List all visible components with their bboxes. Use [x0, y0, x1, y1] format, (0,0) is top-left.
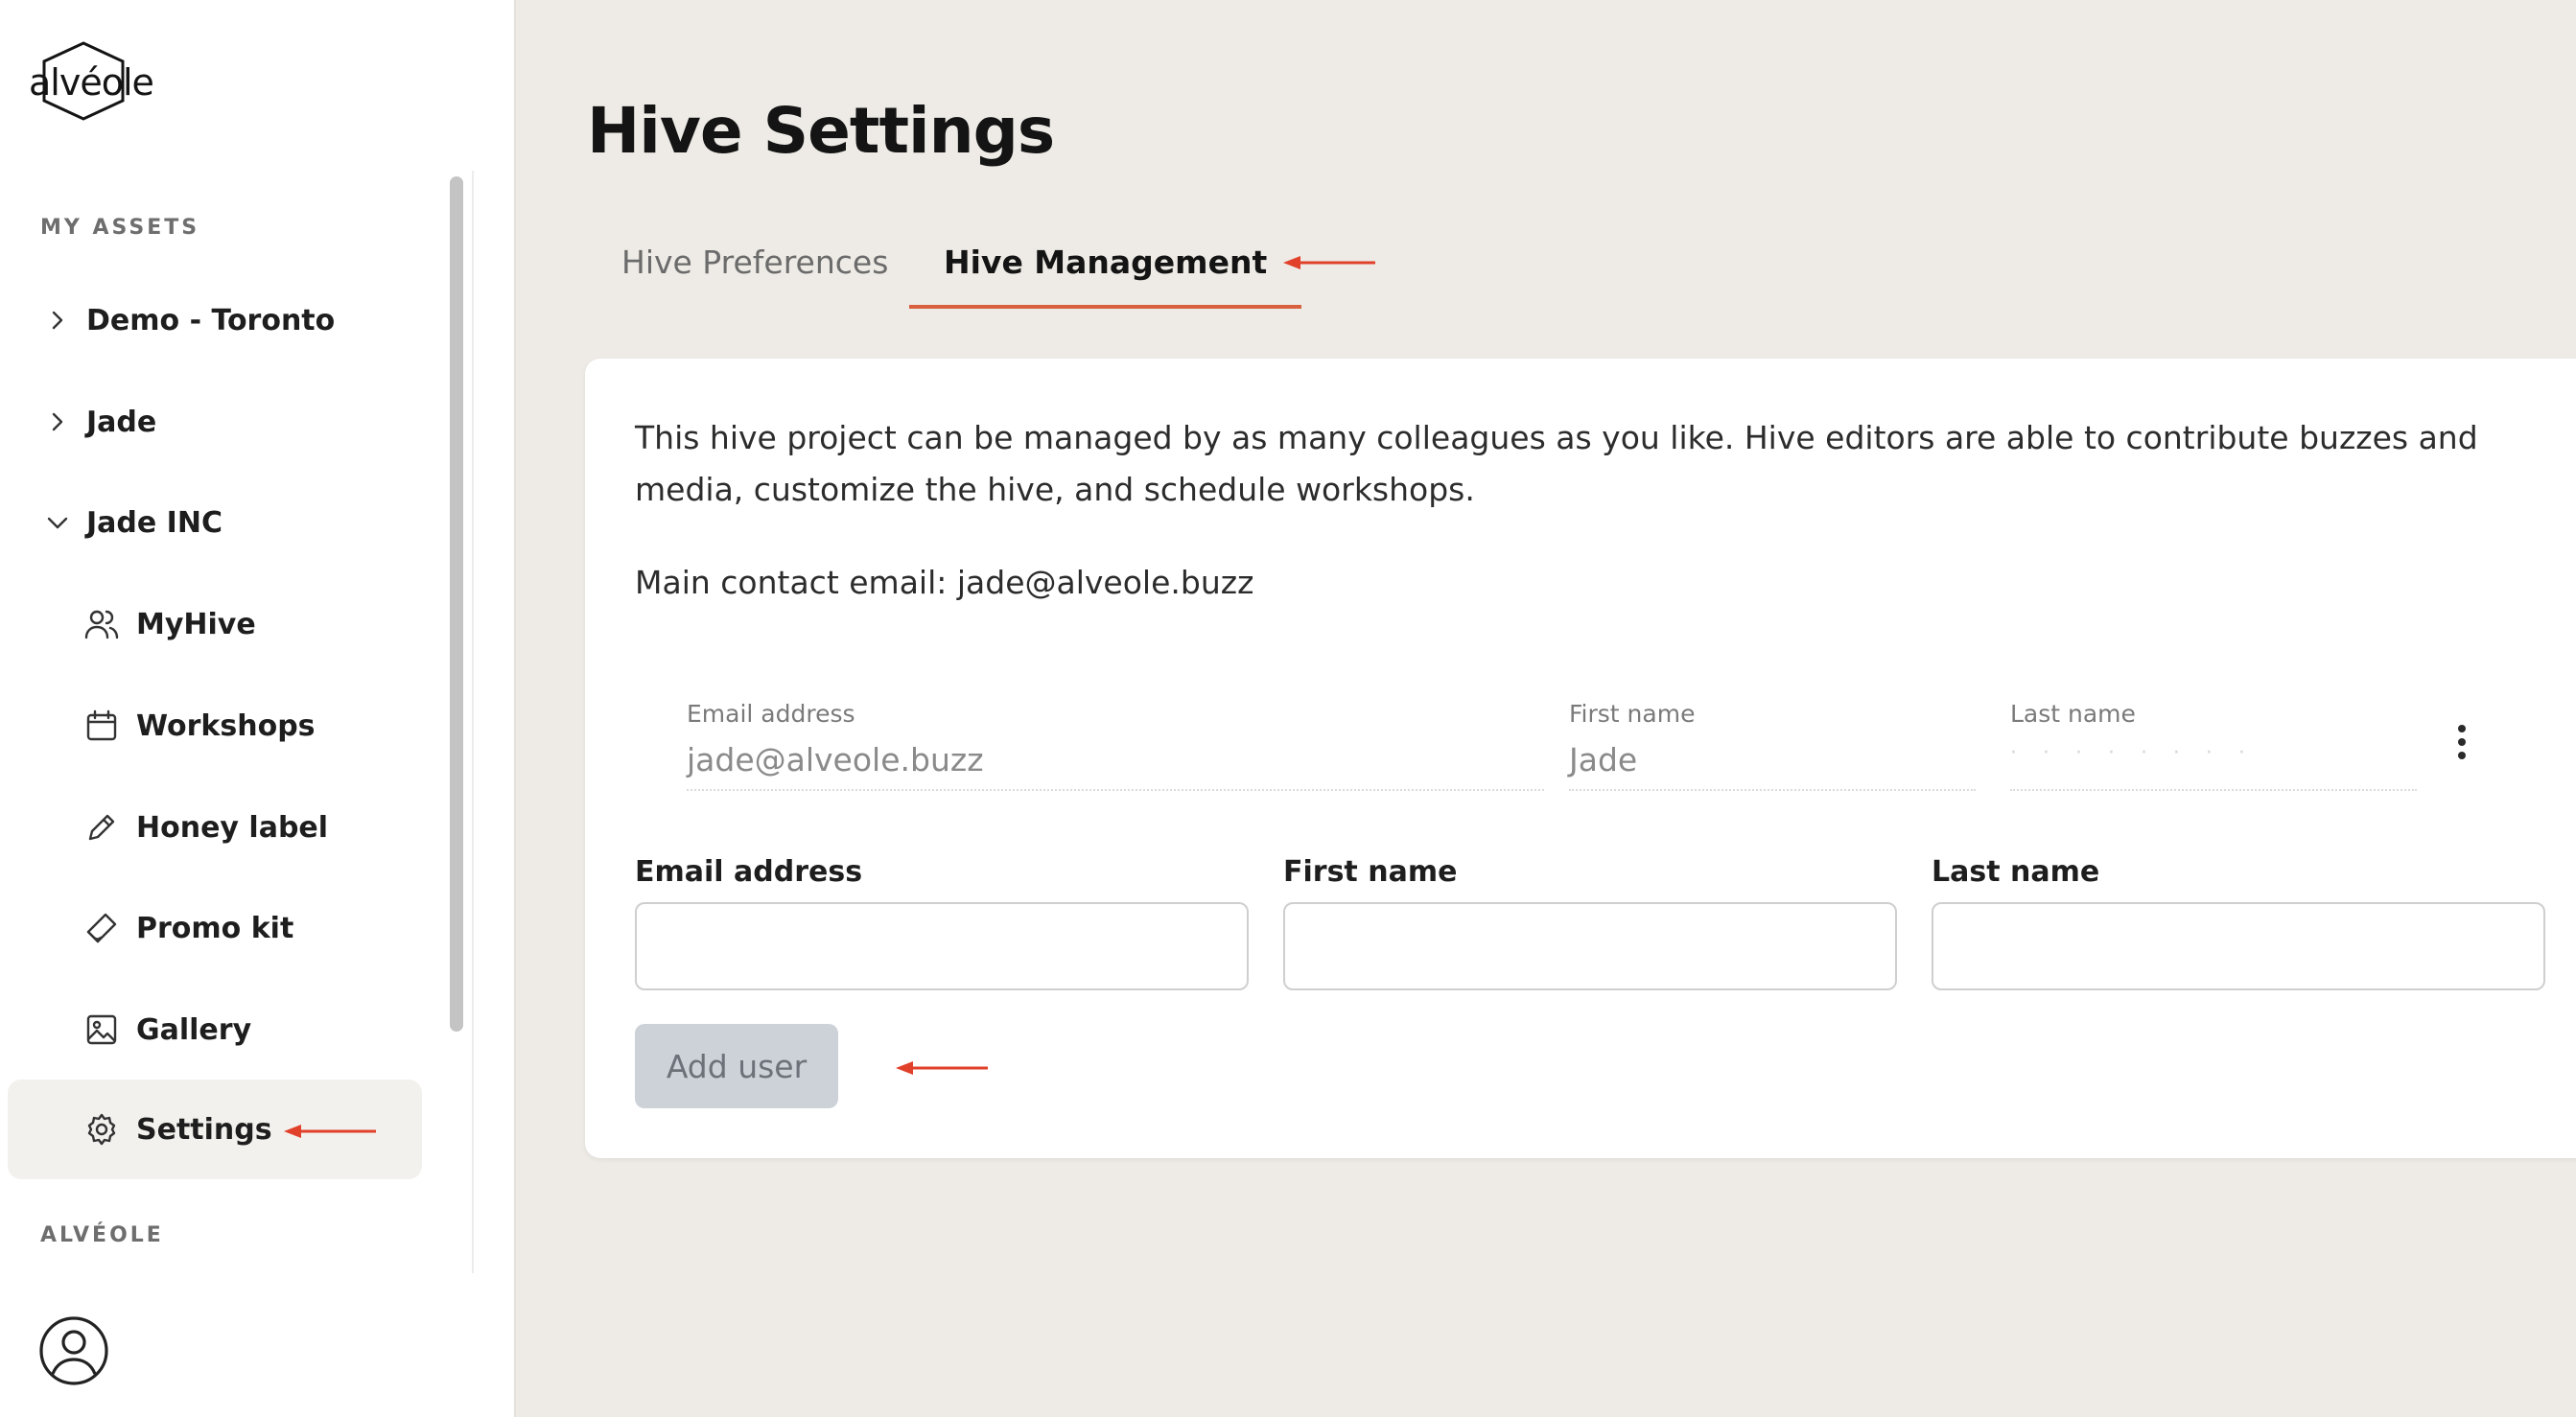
- megaphone-icon: [82, 909, 121, 947]
- sidebar-item-promo-kit[interactable]: Promo kit: [8, 878, 422, 978]
- users-icon: [82, 605, 121, 643]
- logo-text: alvéole: [29, 61, 154, 104]
- existing-email-label: Email address: [687, 700, 855, 728]
- chevron-down-icon: [40, 513, 75, 532]
- chevron-right-icon: [40, 309, 75, 332]
- user-avatar-icon[interactable]: [38, 1315, 109, 1386]
- sidebar: alvéole MY ASSETS Demo - Toronto Jade Ja…: [0, 0, 516, 1417]
- existing-email-value: jade@alveole.buzz: [687, 741, 1544, 791]
- hive-management-card: This hive project can be managed by as m…: [585, 359, 2576, 1158]
- section-label-alveole: ALVÉOLE: [40, 1223, 164, 1247]
- existing-first-label: First name: [1569, 700, 1696, 728]
- page-title: Hive Settings: [587, 94, 1055, 168]
- first-name-input[interactable]: [1283, 902, 1897, 990]
- sidebar-item-label: Demo - Toronto: [86, 303, 336, 337]
- management-description: This hive project can be managed by as m…: [635, 419, 2478, 508]
- sidebar-item-label: Jade INC: [86, 505, 222, 540]
- sidebar-item-myhive[interactable]: MyHive: [8, 574, 422, 674]
- last-name-label: Last name: [1932, 855, 2100, 889]
- sidebar-item-gallery[interactable]: Gallery: [8, 980, 422, 1080]
- gear-icon: [82, 1110, 121, 1149]
- sidebar-item-demo-toronto[interactable]: Demo - Toronto: [8, 270, 422, 370]
- annotation-arrow-icon: [1283, 256, 1375, 269]
- email-input[interactable]: [635, 902, 1249, 990]
- tab-hive-preferences[interactable]: Hive Preferences: [587, 222, 923, 309]
- existing-user-first-name: First name Jade: [1569, 700, 1976, 791]
- sidebar-nav: MY ASSETS Demo - Toronto Jade Jade INC M…: [0, 171, 474, 1273]
- new-user-last-name-field: Last name: [1932, 855, 2545, 990]
- sidebar-item-jade-inc[interactable]: Jade INC: [8, 473, 422, 572]
- tab-hive-management[interactable]: Hive Management: [909, 222, 1302, 309]
- existing-last-value-redacted: · · · · · · · ·: [2010, 741, 2417, 791]
- sidebar-item-label: Settings: [136, 1112, 272, 1147]
- existing-first-value: Jade: [1569, 741, 1976, 791]
- section-label-my-assets: MY ASSETS: [40, 216, 200, 240]
- new-user-email-field: Email address: [635, 855, 1249, 990]
- existing-user-email: Email address jade@alveole.buzz: [687, 700, 1544, 791]
- sidebar-item-label: Workshops: [136, 708, 316, 743]
- new-user-first-name-field: First name: [1283, 855, 1897, 990]
- add-user-button[interactable]: Add user: [635, 1024, 838, 1108]
- first-name-label: First name: [1283, 855, 1458, 889]
- existing-user-last-name: Last name · · · · · · · ·: [2010, 700, 2417, 791]
- sidebar-scrollbar[interactable]: [443, 171, 472, 1273]
- annotation-arrow-icon: [284, 1125, 376, 1138]
- sidebar-item-label: Gallery: [136, 1012, 252, 1047]
- annotation-arrow-icon: [896, 1061, 988, 1075]
- calendar-icon: [82, 707, 121, 745]
- last-name-input[interactable]: [1932, 902, 2545, 990]
- sidebar-item-label: Honey label: [136, 810, 329, 845]
- image-icon: [82, 1010, 121, 1049]
- main-contact-email: Main contact email: jade@alveole.buzz: [635, 564, 1254, 601]
- email-label: Email address: [635, 855, 863, 889]
- pencil-icon: [82, 808, 121, 847]
- alveole-logo[interactable]: alvéole: [29, 40, 154, 122]
- existing-last-label: Last name: [2010, 700, 2136, 728]
- sidebar-item-label: Jade: [86, 405, 157, 439]
- scrollbar-thumb[interactable]: [450, 176, 463, 1032]
- sidebar-item-label: MyHive: [136, 607, 256, 641]
- sidebar-item-label: Promo kit: [136, 911, 294, 945]
- more-options-icon[interactable]: [2447, 721, 2476, 767]
- sidebar-item-workshops[interactable]: Workshops: [8, 676, 422, 776]
- sidebar-item-honey-label[interactable]: Honey label: [8, 778, 422, 877]
- chevron-right-icon: [40, 410, 75, 433]
- sidebar-item-jade[interactable]: Jade: [8, 372, 422, 472]
